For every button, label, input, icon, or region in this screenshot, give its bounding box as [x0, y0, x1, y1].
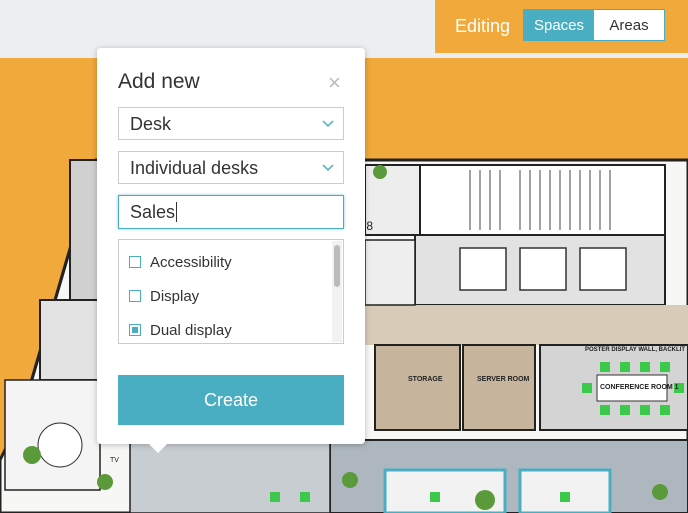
corridor [330, 305, 688, 345]
create-button[interactable]: Create [118, 375, 344, 425]
server-room-label: SERVER ROOM [477, 376, 530, 383]
checkbox-checked-icon[interactable] [129, 324, 141, 336]
tv-label: TV [110, 457, 119, 464]
amenity-accessibility[interactable]: Accessibility [129, 252, 232, 272]
amenity-display[interactable]: Display [129, 286, 199, 306]
chevron-down-icon [322, 164, 334, 172]
checkbox-icon[interactable] [129, 290, 141, 302]
storage-room [374, 344, 461, 431]
round-table [37, 422, 83, 468]
amenity-label: Dual display [150, 321, 232, 339]
left-room-a [69, 159, 99, 301]
modal-title: Add new [118, 70, 200, 93]
space-name-value: Sales [130, 202, 176, 222]
storage-label: STORAGE [408, 376, 443, 383]
conference-room-label: CONFERENCE ROOM 1 [600, 384, 679, 391]
editing-label: Editing [455, 16, 511, 36]
space-type-select[interactable]: Desk [118, 107, 344, 140]
space-subtype-select[interactable]: Individual desks [118, 151, 344, 184]
desk-zone-b [518, 468, 612, 513]
room-upper-left [364, 164, 421, 236]
chevron-down-icon [322, 120, 334, 128]
space-type-value: Desk [130, 114, 172, 134]
close-icon[interactable]: × [328, 72, 341, 94]
editing-mode-panel: Editing Spaces Areas [435, 0, 688, 53]
space-name-input[interactable]: Sales [118, 195, 344, 229]
add-new-modal: Add new × Desk Individual desks Sales Ac… [97, 48, 365, 444]
amenities-list[interactable]: Accessibility Display Dual display [118, 239, 344, 344]
tab-spaces[interactable]: Spaces [524, 10, 594, 40]
list-scrollbar[interactable] [332, 241, 342, 342]
mode-toggle: Spaces Areas [523, 9, 665, 41]
server-room [462, 344, 536, 431]
amenity-label: Accessibility [150, 253, 232, 271]
space-subtype-value: Individual desks [130, 158, 259, 178]
stairwell [419, 164, 666, 236]
tab-areas[interactable]: Areas [594, 10, 664, 40]
amenity-dual-display[interactable]: Dual display [129, 320, 232, 340]
checkbox-icon[interactable] [129, 256, 141, 268]
scrollbar-thumb[interactable] [334, 245, 340, 287]
lift-cars [459, 247, 627, 291]
modal-pointer [148, 443, 168, 453]
text-caret [176, 202, 178, 222]
amenity-label: Display [150, 287, 200, 305]
left-room-b [39, 299, 99, 381]
poster-wall-label: POSTER DISPLAY WALL, BACKLIT [585, 347, 685, 353]
mid-room [364, 239, 416, 306]
